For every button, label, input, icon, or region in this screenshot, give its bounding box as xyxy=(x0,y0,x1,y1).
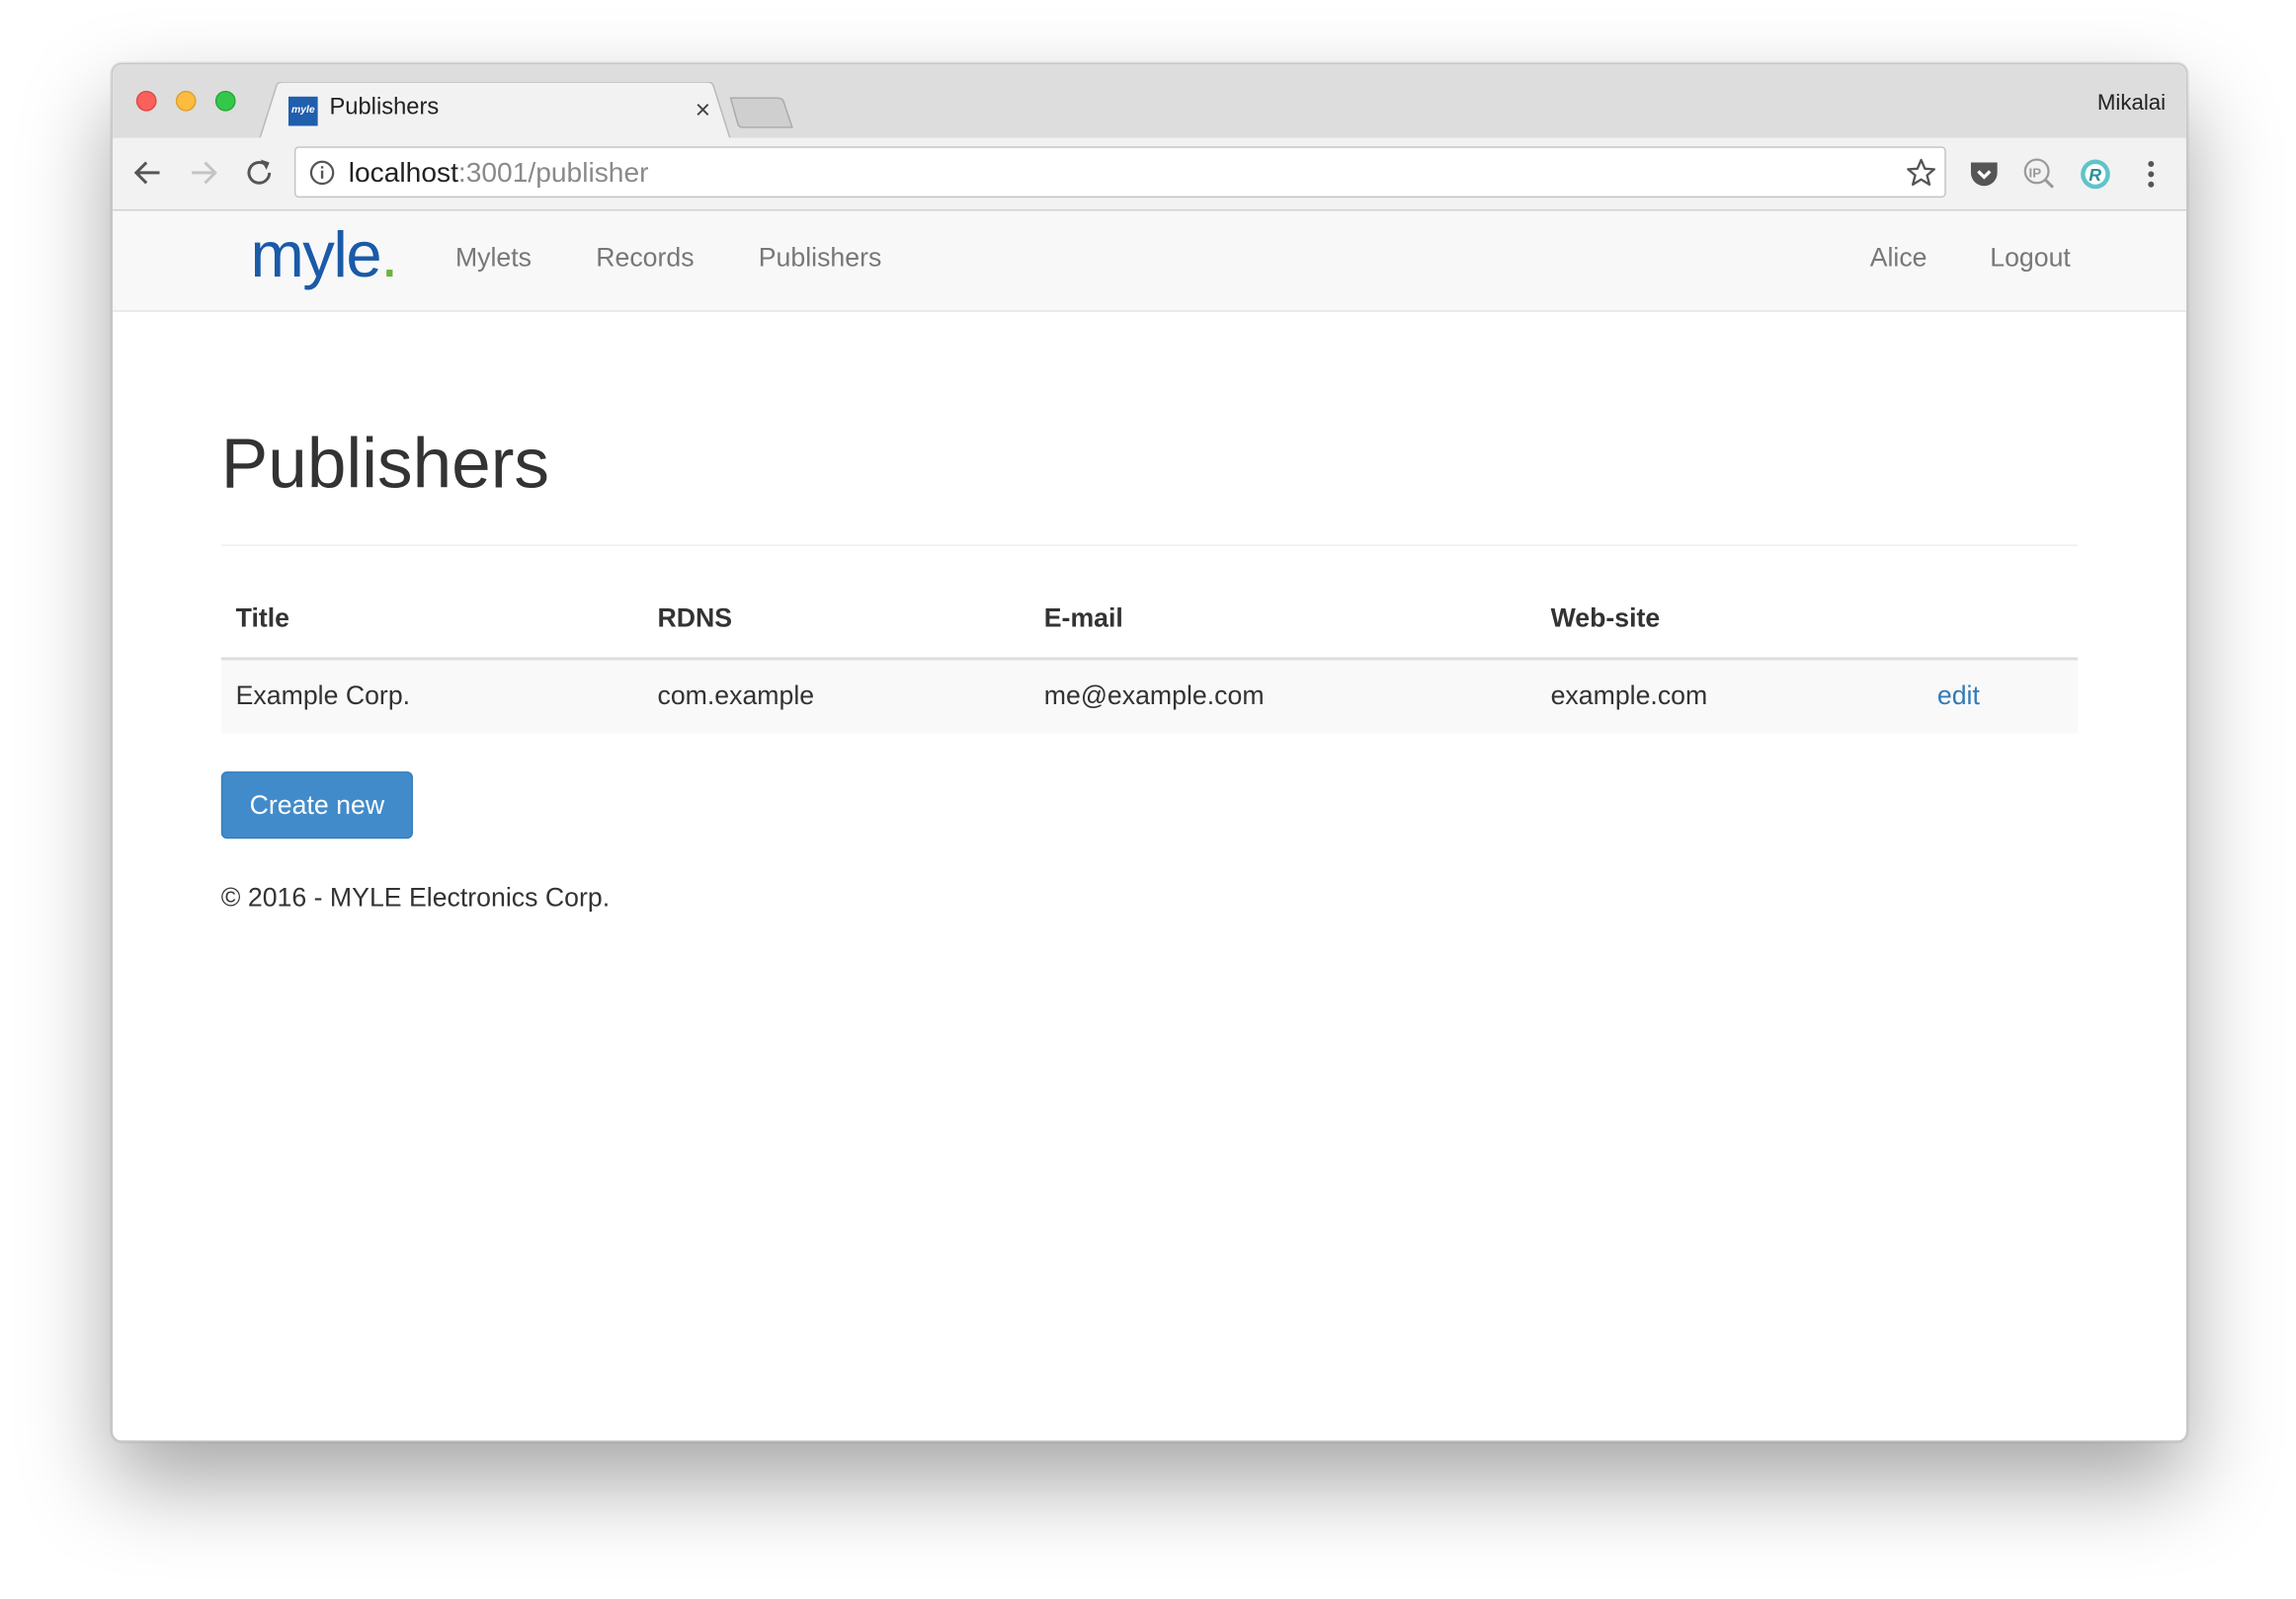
column-header-title: Title xyxy=(235,602,290,633)
nav-link-mylets[interactable]: Mylets xyxy=(455,243,532,274)
bookmark-star-icon[interactable] xyxy=(1905,157,1937,190)
tab-strip: myle Publishers × Mikalai xyxy=(113,64,2186,141)
reload-icon[interactable] xyxy=(242,155,278,191)
brand-text: myle xyxy=(250,219,381,291)
tab-title: Publishers xyxy=(329,95,440,120)
url-text[interactable]: localhost:3001/publisher xyxy=(349,158,649,191)
page-title: Publishers xyxy=(220,426,549,504)
new-tab-button[interactable] xyxy=(728,95,795,130)
cell-rdns: com.example xyxy=(657,680,815,710)
nav-link-records[interactable]: Records xyxy=(596,243,694,274)
r-extension-icon[interactable]: R xyxy=(2078,157,2113,193)
logout-link[interactable]: Logout xyxy=(1990,243,2071,274)
menu-kebab-icon[interactable] xyxy=(2133,157,2169,193)
info-icon[interactable] xyxy=(309,160,336,187)
nav-link-publishers[interactable]: Publishers xyxy=(759,243,882,274)
url-path: :3001/publisher xyxy=(457,158,649,190)
zoom-window-button[interactable] xyxy=(214,90,236,112)
minimize-window-button[interactable] xyxy=(175,90,197,112)
cell-title: Example Corp. xyxy=(235,680,411,710)
nav-user-alice[interactable]: Alice xyxy=(1870,243,1927,274)
url-host: localhost xyxy=(348,158,458,190)
footer-copyright: © 2016 - MYLE Electronics Corp. xyxy=(220,882,611,913)
create-new-button[interactable]: Create new xyxy=(220,771,413,839)
address-bar[interactable]: localhost:3001/publisher xyxy=(293,146,1946,199)
table-header: Title RDNS E-mail Web-site xyxy=(220,586,2079,661)
svg-text:IP: IP xyxy=(2029,165,2042,180)
browser-window: myle Publishers × Mikalai localhost:3001… xyxy=(111,62,2188,1442)
browser-toolbar: localhost:3001/publisher IP R xyxy=(113,137,2186,211)
brand-logo[interactable]: myle. xyxy=(250,219,398,292)
pocket-extension-icon[interactable] xyxy=(1967,157,2003,193)
column-header-rdns: RDNS xyxy=(657,602,733,633)
cell-website: example.com xyxy=(1550,680,1708,710)
profile-name[interactable]: Mikalai xyxy=(2097,91,2166,116)
tab-publishers[interactable]: myle Publishers × xyxy=(259,81,731,141)
back-arrow-icon[interactable] xyxy=(130,155,166,191)
table-row: Example Corp. com.example me@example.com… xyxy=(220,660,2079,734)
brand-dot: . xyxy=(380,219,398,291)
svg-text:R: R xyxy=(2089,165,2101,185)
publishers-table: Title RDNS E-mail Web-site Example Corp.… xyxy=(220,586,2079,734)
title-divider xyxy=(220,544,2079,546)
column-header-email: E-mail xyxy=(1043,602,1123,633)
forward-arrow-icon[interactable] xyxy=(186,155,221,191)
ip-extension-icon[interactable]: IP xyxy=(2022,157,2058,193)
close-window-button[interactable] xyxy=(135,90,157,112)
cell-email: me@example.com xyxy=(1043,680,1265,710)
screenshot-stage: myle Publishers × Mikalai localhost:3001… xyxy=(0,0,2296,1599)
close-tab-icon[interactable]: × xyxy=(690,97,716,123)
edit-link[interactable]: edit xyxy=(1937,680,1980,711)
favicon-icon: myle xyxy=(287,96,318,126)
column-header-website: Web-site xyxy=(1550,602,1661,633)
site-navbar: myle. Mylets Records Publishers Alice Lo… xyxy=(113,210,2186,312)
